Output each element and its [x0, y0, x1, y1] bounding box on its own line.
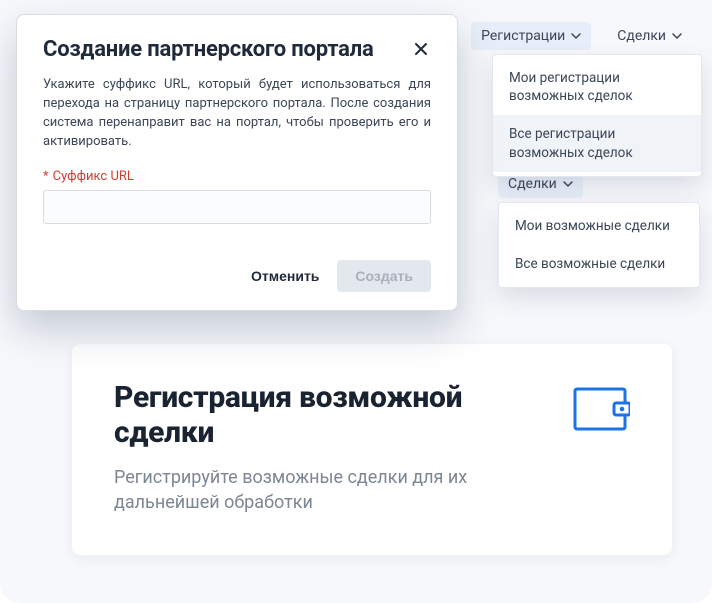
- registrations-dropdown[interactable]: Регистрации: [471, 22, 591, 50]
- deal-registration-card: Регистрация возможной сделки Регистрируй…: [72, 344, 672, 555]
- deals-menu-item-all[interactable]: Все возможные сделки: [499, 245, 699, 283]
- chevron-down-icon: [563, 179, 573, 189]
- wallet-icon: [572, 386, 630, 434]
- reg-menu-item-my[interactable]: Мои регистрации возможных сделок: [493, 59, 701, 115]
- url-suffix-label-text: Суффикс URL: [53, 169, 134, 184]
- promo-title: Регистрация возможной сделки: [114, 380, 544, 451]
- reg-menu-item-all[interactable]: Все регистрации возможных сделок: [493, 115, 701, 171]
- promo-subtitle: Регистрируйте возможные сделки для их да…: [114, 465, 544, 515]
- cancel-button[interactable]: Отменить: [251, 268, 319, 284]
- modal-title: Создание партнерского портала: [43, 37, 374, 62]
- close-button[interactable]: [411, 39, 431, 59]
- required-mark: *: [43, 169, 49, 184]
- modal-header: Создание партнерского портала: [43, 37, 431, 62]
- deals-menu-item-my[interactable]: Мои возможные сделки: [499, 207, 699, 245]
- deals-dropdown-label: Сделки: [508, 176, 557, 192]
- chevron-down-icon: [571, 31, 581, 41]
- registrations-menu: Мои регистрации возможных сделок Все рег…: [492, 54, 702, 177]
- create-button[interactable]: Создать: [337, 260, 431, 292]
- chevron-down-icon: [672, 31, 682, 41]
- modal-footer: Отменить Создать: [43, 260, 431, 292]
- url-suffix-label: * Суффикс URL: [43, 169, 431, 184]
- top-dropdown-bar: Регистрации Сделки: [471, 22, 692, 50]
- deals-dropdown-top[interactable]: Сделки: [607, 22, 692, 50]
- deals-dropdown-top-label: Сделки: [617, 28, 666, 44]
- promo-text: Регистрация возможной сделки Регистрируй…: [114, 380, 544, 515]
- modal-description: Укажите суффикс URL, который будет испол…: [43, 76, 431, 151]
- close-icon: [413, 41, 429, 57]
- registrations-dropdown-label: Регистрации: [481, 28, 565, 44]
- create-partner-portal-modal: Создание партнерского портала Укажите су…: [16, 14, 458, 311]
- url-suffix-input[interactable]: [43, 190, 431, 224]
- deals-menu: Мои возможные сделки Все возможные сделк…: [498, 202, 700, 288]
